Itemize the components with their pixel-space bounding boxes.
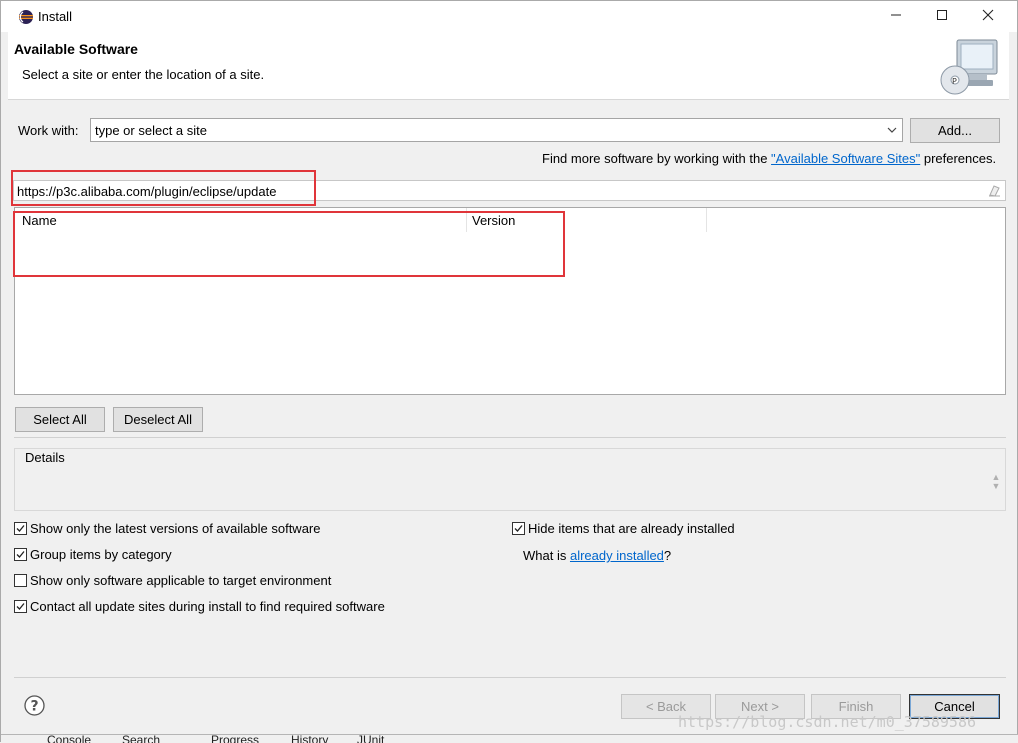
column-header-version[interactable]: Version <box>472 213 515 228</box>
check-icon <box>16 525 25 532</box>
select-all-button[interactable]: Select All <box>15 407 105 432</box>
page-subtitle: Select a site or enter the location of a… <box>22 67 265 82</box>
checkbox-group-by-category[interactable]: Group items by category <box>14 547 214 563</box>
already-installed-link[interactable]: already installed <box>570 548 664 563</box>
checkbox-box[interactable] <box>14 522 27 535</box>
checkbox-label: Show only the latest versions of availab… <box>30 521 321 536</box>
close-button[interactable] <box>965 1 1011 32</box>
check-icon <box>514 525 523 532</box>
deselect-all-button[interactable]: Deselect All <box>113 407 203 432</box>
close-icon <box>982 9 994 21</box>
window-title: Install <box>38 9 72 24</box>
checkbox-target-environment[interactable]: Show only software applicable to target … <box>14 573 354 589</box>
checkbox-hide-installed[interactable]: Hide items that are already installed <box>512 521 772 537</box>
install-dialog: Install Available Software Select a site… <box>0 0 1018 743</box>
checkbox-label: Contact all update sites during install … <box>30 599 385 614</box>
filter-input[interactable]: https://p3c.alibaba.com/plugin/eclipse/u… <box>13 180 1006 201</box>
divider <box>14 437 1006 438</box>
divider <box>14 677 1006 678</box>
available-software-sites-link[interactable]: "Available Software Sites" <box>771 151 920 166</box>
watermark: https://blog.csdn.net/m0_37589586 <box>678 713 977 731</box>
checkbox-show-latest-versions[interactable]: Show only the latest versions of availab… <box>14 521 354 537</box>
column-header-name[interactable]: Name <box>22 213 57 228</box>
checkbox-box[interactable] <box>14 548 27 561</box>
details-label: Details <box>23 450 67 465</box>
chevron-down-icon[interactable] <box>886 122 898 138</box>
installed-suffix: ? <box>663 548 672 563</box>
svg-text:P: P <box>952 77 957 86</box>
find-more-text: Find more software by working with the "… <box>542 151 996 166</box>
filter-value: https://p3c.alibaba.com/plugin/eclipse/u… <box>17 184 277 199</box>
checkbox-label: Show only software applicable to target … <box>30 573 332 588</box>
help-icon[interactable]: ? <box>24 695 45 716</box>
minimize-button[interactable] <box>873 1 919 32</box>
eclipse-icon <box>19 10 33 24</box>
check-icon <box>16 551 25 558</box>
already-installed-text: What is already installed? <box>523 548 671 563</box>
column-divider[interactable] <box>466 208 467 232</box>
details-text-area[interactable] <box>16 467 1004 509</box>
checkbox-box[interactable] <box>14 574 27 587</box>
add-site-button[interactable]: Add... <box>910 118 1000 143</box>
check-icon <box>16 603 25 610</box>
find-more-prefix: Find more software by working with the <box>542 151 772 166</box>
installed-prefix: What is <box>523 548 570 563</box>
maximize-button[interactable] <box>919 1 965 32</box>
work-with-combo[interactable]: type or select a site <box>90 118 903 142</box>
maximize-icon <box>937 10 947 20</box>
details-scrollbar[interactable]: ▲ ▼ <box>991 473 1001 493</box>
checkbox-contact-update-sites[interactable]: Contact all update sites during install … <box>14 599 414 615</box>
find-more-suffix: preferences. <box>920 151 997 166</box>
checkbox-box[interactable] <box>14 600 27 613</box>
svg-text:?: ? <box>31 699 39 715</box>
clear-filter-icon[interactable] <box>988 184 1001 197</box>
work-with-label: Work with: <box>18 123 79 138</box>
details-group: Details ▲ ▼ <box>14 448 1006 511</box>
checkbox-box[interactable] <box>512 522 525 535</box>
page-title: Available Software <box>14 41 138 57</box>
column-divider[interactable] <box>706 208 707 232</box>
install-monitor-icon: P <box>940 39 998 95</box>
minimize-icon <box>891 14 901 16</box>
header-banner: Available Software Select a site or ente… <box>8 32 1009 100</box>
title-bar: Install <box>1 1 1017 32</box>
software-table[interactable]: Name Version <box>14 207 1006 395</box>
checkbox-label: Group items by category <box>30 547 172 562</box>
work-with-value: type or select a site <box>95 123 207 138</box>
checkbox-label: Hide items that are already installed <box>528 521 735 536</box>
